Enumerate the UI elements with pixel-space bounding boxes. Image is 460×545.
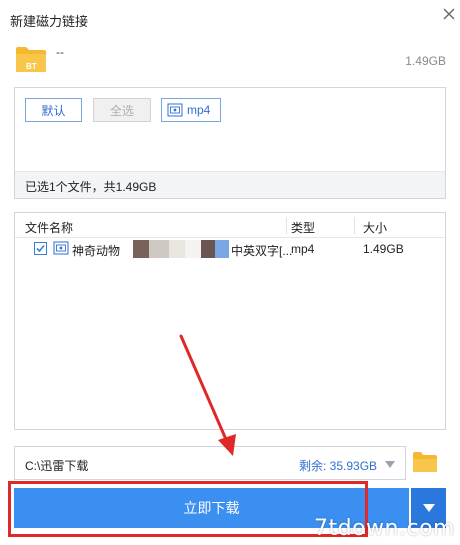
mp4-filter-label: mp4 [187, 103, 211, 117]
column-header-name[interactable]: 文件名称 [25, 219, 73, 236]
row-file-size: 1.49GB [363, 242, 404, 256]
bt-folder-icon: BT [15, 45, 47, 73]
table-row[interactable]: 神奇动物 中英双字[... mp4 1.49GB [15, 238, 445, 260]
censored-text [133, 240, 229, 258]
save-path-value: C:\迅雷下载 [25, 459, 89, 473]
column-divider [286, 217, 287, 234]
file-size: 1.49GB [405, 54, 446, 68]
row-file-name: 神奇动物 [72, 242, 120, 259]
column-divider [354, 217, 355, 234]
row-file-name-suffix: 中英双字[... [231, 244, 293, 258]
filter-panel: 默认 全选 mp4 已选1个文件，共1.49GB [14, 87, 446, 199]
default-button[interactable]: 默认 [25, 98, 82, 122]
mp4-filter-button[interactable]: mp4 [161, 98, 221, 122]
table-header: 文件名称 类型 大小 [15, 213, 445, 238]
free-space: 剩余: 35.93GB [299, 459, 378, 473]
column-header-size[interactable]: 大小 [363, 219, 387, 236]
selection-summary: 已选1个文件，共1.49GB [15, 171, 445, 198]
file-table: 文件名称 类型 大小 神奇动物 中英双字[... mp4 1.49GB [14, 212, 446, 430]
window-title: 新建磁力链接 [10, 14, 89, 29]
row-checkbox[interactable] [34, 242, 47, 255]
video-file-icon [53, 241, 69, 255]
video-file-icon [167, 103, 183, 117]
select-all-button[interactable]: 全选 [93, 98, 151, 122]
chevron-down-icon [422, 504, 435, 512]
column-header-type[interactable]: 类型 [291, 219, 315, 236]
save-path-field[interactable]: C:\迅雷下载 剩余: 35.93GB [14, 446, 406, 480]
file-name: -- [56, 45, 64, 59]
row-file-type: mp4 [291, 242, 315, 256]
site-watermark: 7tdown.com [314, 516, 455, 541]
folder-icon[interactable] [412, 451, 438, 473]
chevron-down-icon[interactable] [385, 461, 395, 468]
svg-text:BT: BT [26, 62, 37, 71]
row-file-name-prefix: 神奇动物 [72, 244, 121, 258]
close-icon[interactable] [440, 5, 458, 23]
